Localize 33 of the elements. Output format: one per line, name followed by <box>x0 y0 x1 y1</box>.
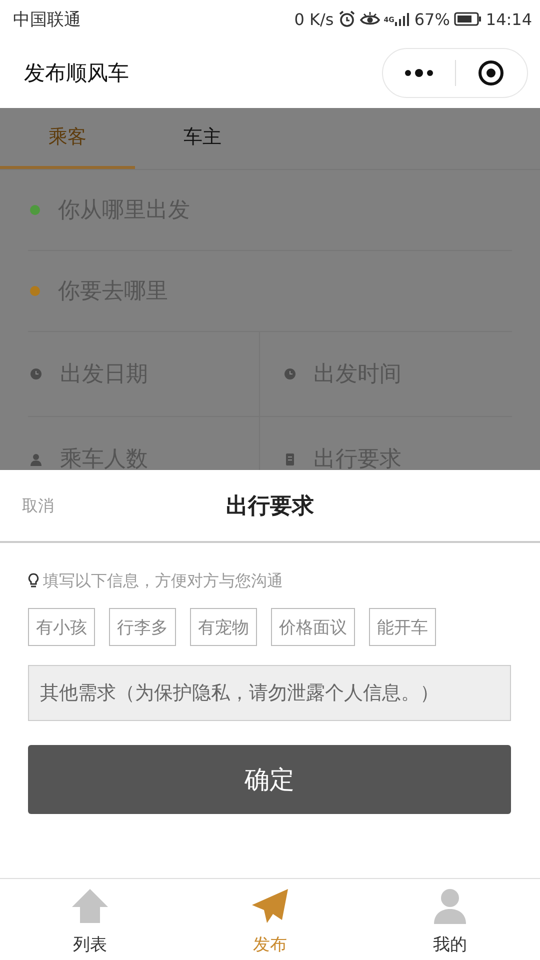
clock-icon <box>284 368 296 380</box>
house-icon <box>70 887 110 925</box>
battery-icon <box>454 12 482 26</box>
paper-plane-icon <box>250 887 290 925</box>
tag-button[interactable]: 价格面议 <box>271 608 355 646</box>
tab[interactable]: 乘客 <box>0 108 135 169</box>
input-field[interactable]: 其他需求（为保护隐私，请勿泄露个人信息。） <box>28 665 511 721</box>
tag-button[interactable]: 行李多 <box>109 608 176 646</box>
tag-button[interactable]: 能开车 <box>369 608 436 646</box>
tab-bar-item[interactable]: 发布 <box>210 879 330 960</box>
person-icon <box>30 452 42 466</box>
document-icon <box>284 452 296 466</box>
network-speed: 0 K/s <box>294 10 334 28</box>
tag-button[interactable]: 有宠物 <box>190 608 257 646</box>
tab-bar-item[interactable]: 我的 <box>390 879 510 960</box>
alarm-icon <box>338 10 356 28</box>
signal-icon <box>394 11 410 27</box>
target-icon <box>478 60 504 86</box>
carrier-name: 中国联通 <box>13 8 81 30</box>
clock-time: 14:14 <box>486 10 532 28</box>
more-icon <box>404 68 434 78</box>
page-title: 发布顺风车 <box>24 60 129 87</box>
battery-percent: 67% <box>414 10 450 28</box>
confirm-button[interactable]: 确定 <box>28 745 511 814</box>
tag-button[interactable]: 有小孩 <box>28 608 95 646</box>
eye-icon <box>360 11 380 27</box>
tab-bar-item[interactable]: 列表 <box>30 879 150 960</box>
clock-icon <box>30 368 42 380</box>
sheet-title: 出行要求 <box>226 492 314 520</box>
lightbulb-icon <box>28 573 39 589</box>
cancel-button[interactable]: 取消 <box>12 492 64 521</box>
tab[interactable]: 车主 <box>135 108 270 169</box>
hint-text: 填写以下信息，方便对方与您沟通 <box>43 570 283 592</box>
